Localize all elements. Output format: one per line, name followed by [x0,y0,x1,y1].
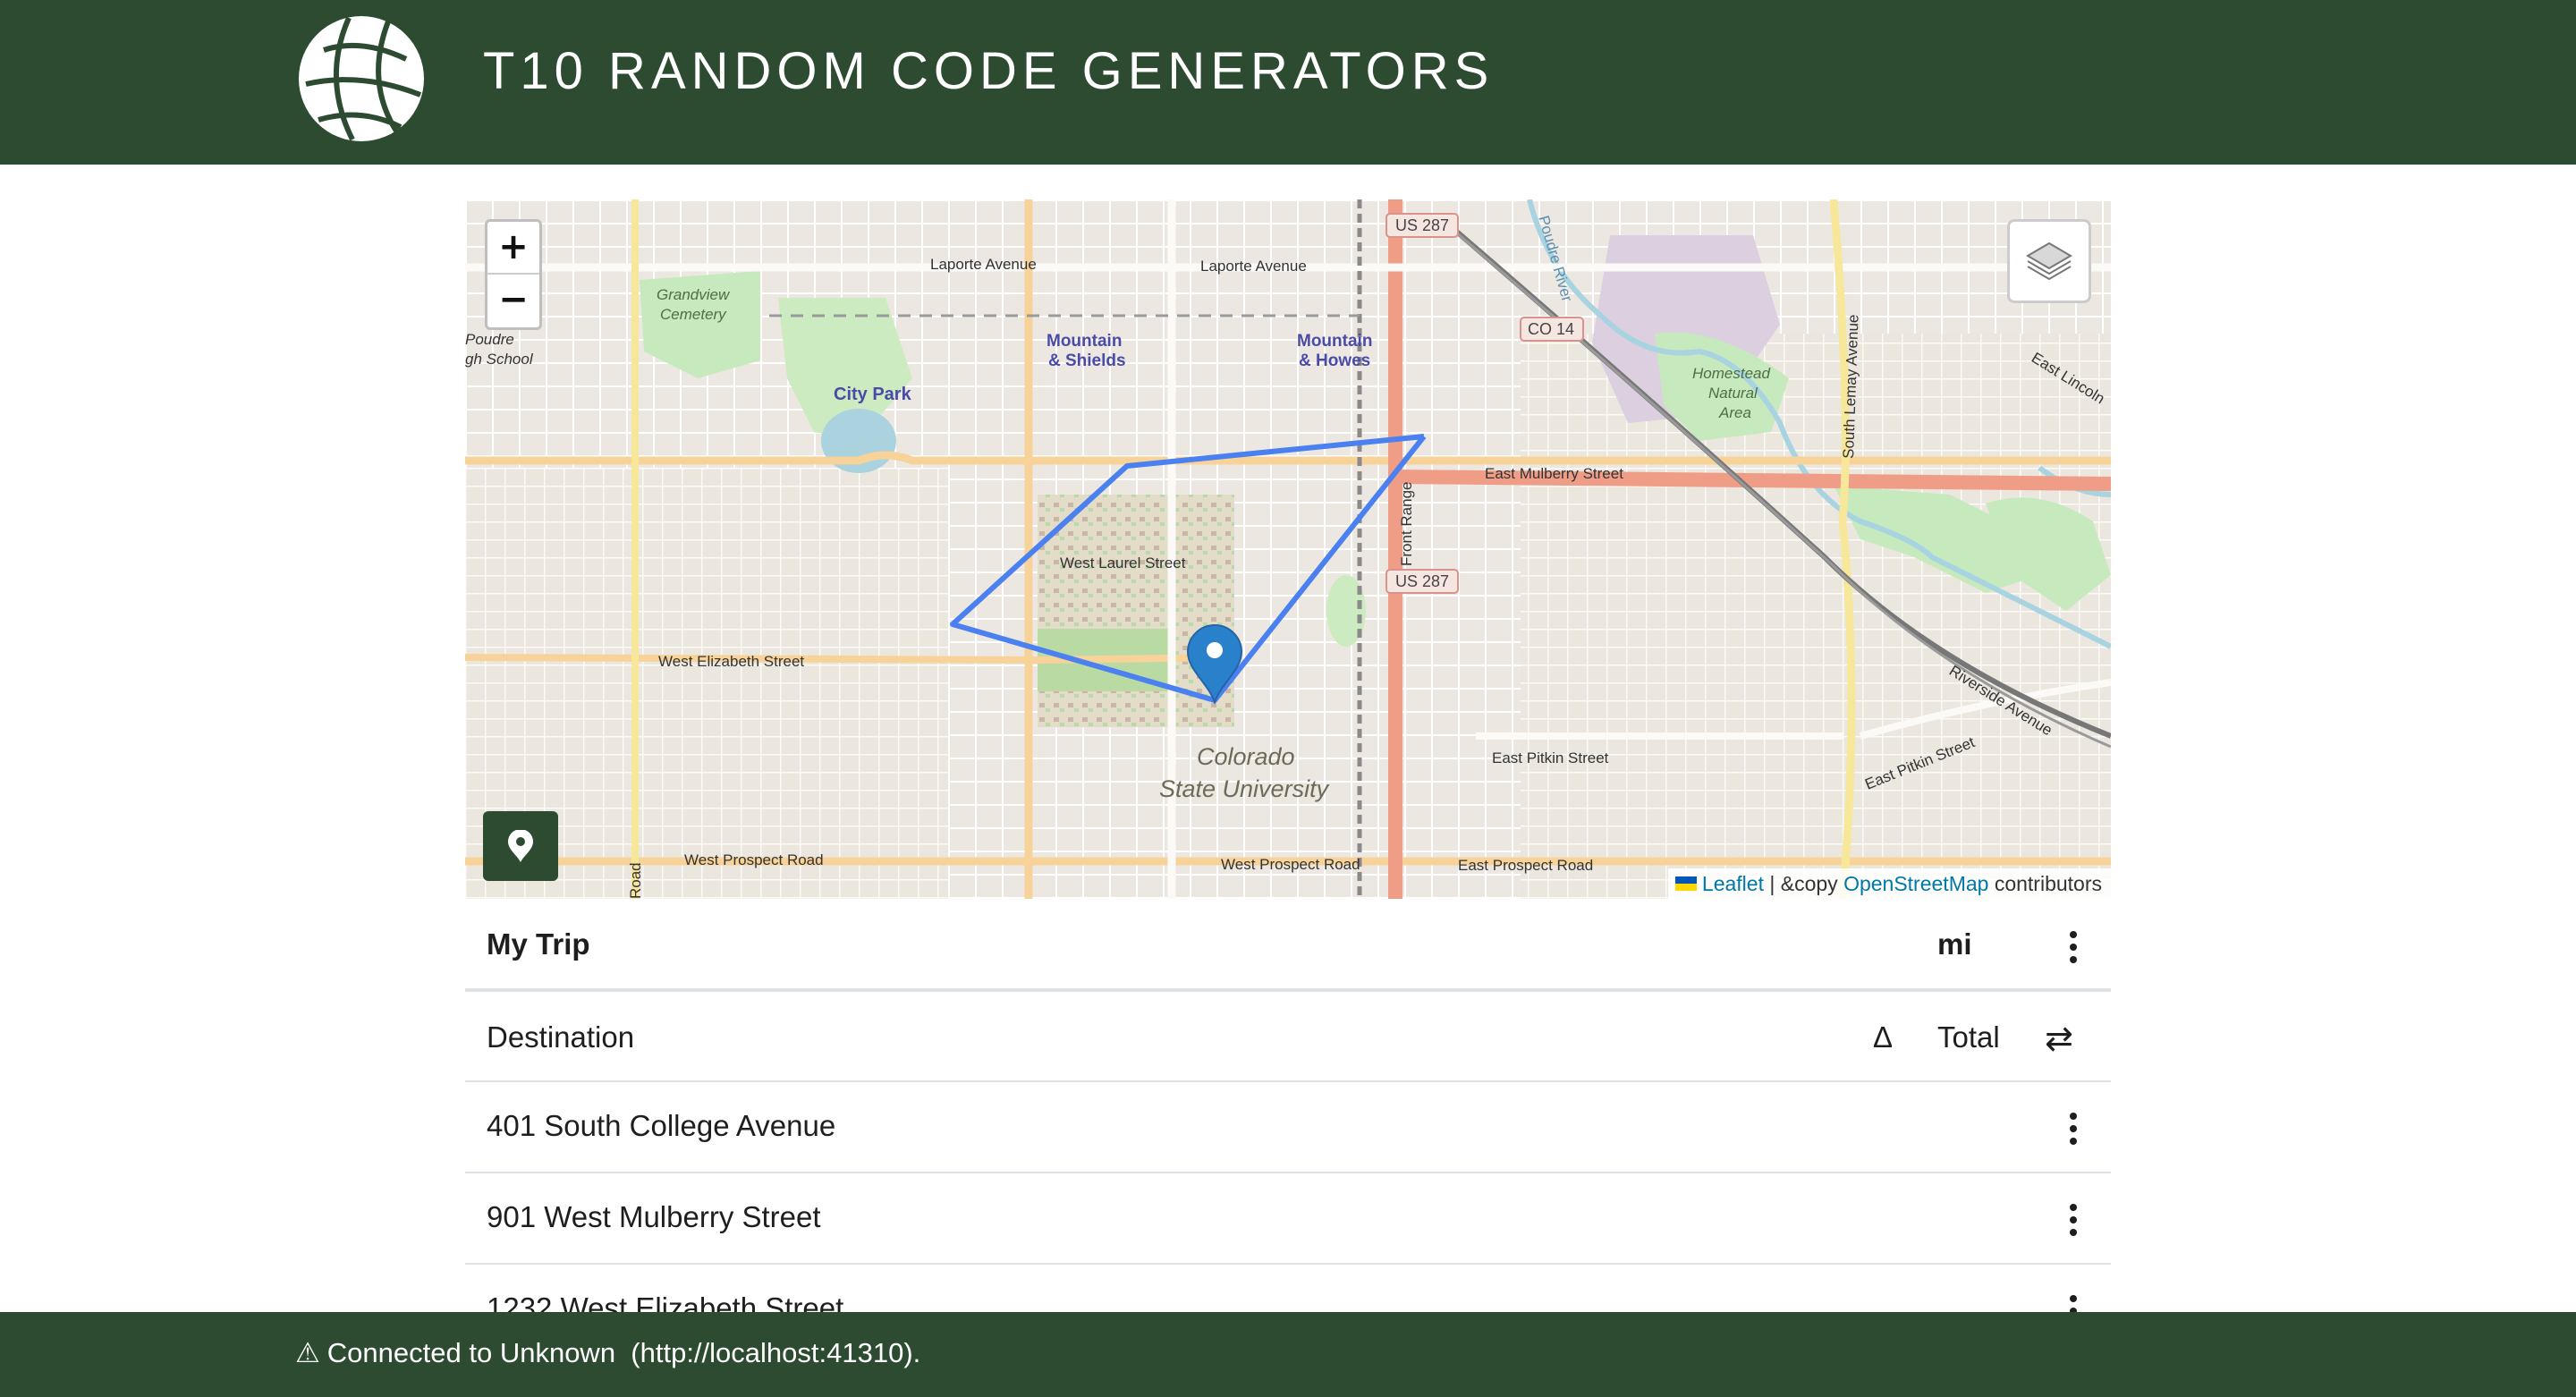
place-name: 401 South College Avenue [487,1109,836,1142]
map-label: West Elizabeth Street [658,653,804,670]
map-label: West Prospect Road [684,851,824,868]
map-label: Mountain [1297,332,1372,351]
layers-icon [2026,241,2072,281]
map-label: East Mulberry Street [1485,465,1623,482]
column-delta: Δ [1873,1020,1894,1054]
column-total: Total [1937,1020,2000,1054]
map-label: City Park [834,385,912,404]
zoom-control: + − [485,219,542,330]
table-row[interactable]: 901 West Mulberry Street [465,1173,2111,1265]
map-label: East Prospect Road [1458,857,1593,874]
status-footer: ⚠ Connected to Unknown (http://localhost:… [0,1312,2576,1397]
leaflet-link[interactable]: Leaflet [1702,868,1764,899]
map-label: Road [627,862,644,899]
map-label: Cemetery [660,306,727,323]
map-label: gh School [465,351,534,368]
map-label: & Shields [1048,351,1126,370]
trip-title[interactable]: My Trip [487,927,590,961]
map-label: Poudre [465,331,514,348]
app-header: T10 RANDOM CODE GENERATORS [0,0,2576,165]
map-label: & Howes [1299,351,1370,370]
map-label: Homestead [1692,365,1770,382]
map-label: Natural [1708,385,1758,402]
warning-icon: ⚠ [295,1337,320,1369]
map-label: State University [1159,775,1330,802]
trip-menu-icon[interactable] [2064,929,2082,965]
map-label: West Laurel Street [1060,555,1186,572]
app-title: T10 RANDOM CODE GENERATORS [483,42,1495,100]
connection-status: ⚠ Connected to Unknown (http://localhost:… [295,1337,920,1369]
map-label: Front Range [1398,482,1415,567]
table-header: Destination Δ Total ⇄ [465,992,2111,1082]
globe-icon [299,16,424,141]
zoom-out-button[interactable]: − [487,275,539,327]
map-label: Area [1718,404,1751,421]
map-label: Grandview [657,286,731,303]
map-label: CO 14 [1528,320,1574,338]
map-label: East Pitkin Street [1492,749,1609,766]
map-label: Laporte Avenue [1200,258,1307,275]
map[interactable]: Laporte Avenue Laporte Avenue Grandview … [465,199,2111,899]
locate-button[interactable] [483,811,558,881]
osm-link[interactable]: OpenStreetMap [1843,868,1988,899]
row-menu-icon[interactable] [2064,1111,2082,1147]
layers-button[interactable] [2007,219,2091,303]
reverse-trip-icon[interactable]: ⇄ [2045,1019,2073,1058]
map-label: Colorado [1197,743,1295,770]
map-label: US 287 [1395,216,1449,234]
trip-header: My Trip mi [465,899,2111,992]
location-pin-icon [508,830,533,862]
attribution-suffix: contributors [1988,872,2102,895]
trip-panel: My Trip mi Destination Δ Total ⇄ 401 Sou… [465,899,2111,1356]
place-name: 901 West Mulberry Street [487,1200,821,1233]
row-menu-icon[interactable] [2064,1202,2082,1238]
zoom-in-button[interactable]: + [487,222,539,275]
map-label: Laporte Avenue [930,256,1037,273]
campus-area [1038,495,1234,727]
attribution-separator: | &copy [1763,872,1844,895]
table-row[interactable]: 401 South College Avenue [465,1082,2111,1173]
map-label: US 287 [1395,572,1449,590]
map-label: West Prospect Road [1221,856,1360,873]
map-label: Mountain [1046,332,1122,351]
column-destination: Destination [487,1020,635,1054]
status-text: Connected to Unknown (http://localhost:4… [326,1337,921,1368]
ukraine-flag-icon [1674,876,1697,891]
map-tiles[interactable]: Laporte Avenue Laporte Avenue Grandview … [465,199,2111,899]
units-toggle[interactable]: mi [1937,927,1972,961]
map-attribution: Leaflet | &copy OpenStreetMap contributo… [1667,868,2111,899]
